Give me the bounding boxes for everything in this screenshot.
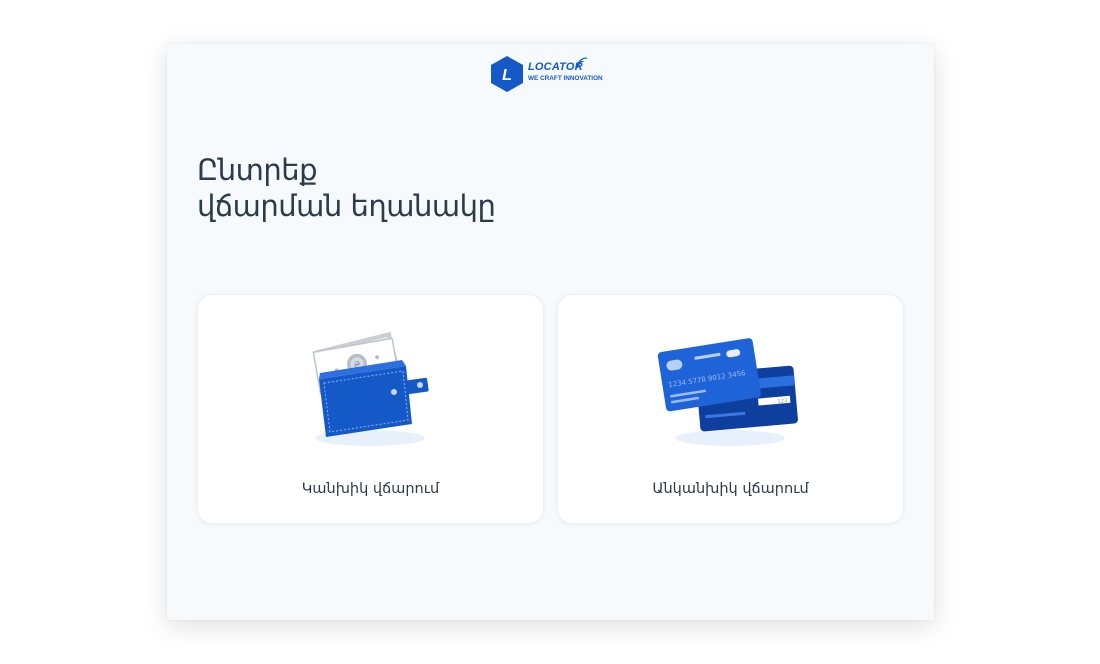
signal-icon <box>576 57 588 69</box>
svg-text:L: L <box>502 67 512 84</box>
page-title-line-2: վճարման եղանակը <box>197 189 496 223</box>
logo-tagline: WE CRAFT INNOVATION <box>528 75 603 82</box>
cashless-payment-option[interactable]: 123 1234 5778 9012 3456 Անկանխիկ վճարում <box>557 294 904 524</box>
wallet-icon: ₴ <box>312 331 429 446</box>
page-title-line-1: Ընտրեք <box>197 153 318 187</box>
locator-logo: L LOCATOR WE CRAFT INNOVATION <box>490 55 620 93</box>
logo-hexagon-icon: L <box>491 56 523 92</box>
cash-payment-option[interactable]: ₴ Կանխիկ վճարում <box>197 294 544 524</box>
page-title: Ընտրեք վճարման եղանակը <box>197 152 496 224</box>
svg-text:123: 123 <box>778 398 788 405</box>
cashless-payment-label: Անկանխիկ վճարում <box>652 481 809 497</box>
credit-cards-icon: 123 1234 5778 9012 3456 <box>657 338 798 446</box>
cash-payment-label: Կանխիկ վճարում <box>301 481 440 497</box>
payment-screen: L LOCATOR WE CRAFT INNOVATION Ընտրեք վճա… <box>167 44 934 620</box>
logo-brand: LOCATOR <box>528 61 583 73</box>
